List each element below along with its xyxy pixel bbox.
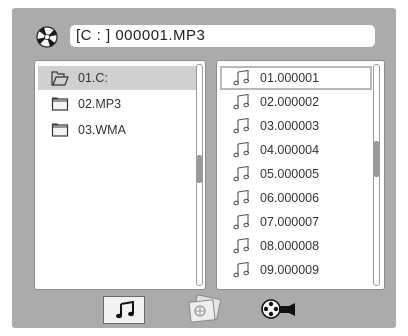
file-item[interactable]: 06.000006	[220, 186, 372, 210]
file-item-label: 04.000004	[260, 143, 320, 157]
folder-item-label: 03.WMA	[78, 123, 126, 137]
file-scrollbar[interactable]	[373, 64, 380, 286]
folder-item-mp3[interactable]: 02.MP3	[38, 92, 196, 116]
file-item[interactable]: 07.000007	[220, 210, 372, 234]
file-item-label: 02.000002	[260, 95, 320, 109]
file-item[interactable]: 04.000004	[220, 138, 372, 162]
file-scroll-thumb[interactable]	[374, 141, 379, 177]
music-note-icon	[233, 261, 250, 278]
current-path-display: [C : ] 000001.MP3	[70, 25, 375, 47]
file-item-label: 05.000005	[260, 167, 320, 181]
folder-item-c[interactable]: 01.C:	[38, 66, 196, 90]
music-note-icon	[116, 301, 134, 319]
music-mode-button[interactable]	[103, 296, 145, 324]
music-note-icon	[233, 141, 250, 158]
file-item[interactable]: 08.000008	[220, 234, 372, 258]
folder-icon	[51, 97, 69, 111]
folder-item-label: 01.C:	[78, 71, 108, 85]
disc-icon	[36, 26, 58, 48]
folder-scrollbar[interactable]	[196, 64, 203, 286]
file-item[interactable]: 02.000002	[220, 90, 372, 114]
folder-item-wma[interactable]: 03.WMA	[38, 118, 196, 142]
music-note-icon	[233, 213, 250, 230]
folder-item-label: 02.MP3	[78, 97, 122, 111]
file-item-label: 06.000006	[260, 191, 320, 205]
file-item[interactable]: 09.000009	[220, 258, 372, 282]
file-item[interactable]: 01.000001	[220, 66, 372, 90]
file-item-label: 07.000007	[260, 215, 320, 229]
folder-scroll-thumb[interactable]	[197, 155, 202, 183]
file-item[interactable]: 05.000005	[220, 162, 372, 186]
music-note-icon	[233, 189, 250, 206]
music-note-icon	[233, 69, 250, 86]
file-item-label: 01.000001	[260, 71, 320, 85]
folder-icon	[51, 123, 69, 137]
file-item-label: 08.000008	[260, 239, 320, 253]
file-item-label: 09.000009	[260, 263, 320, 277]
file-item[interactable]: 03.000003	[220, 114, 372, 138]
music-note-icon	[233, 93, 250, 110]
music-note-icon	[233, 165, 250, 182]
folder-list-panel: 01.C: 02.MP3 03.WMA	[34, 60, 206, 290]
open-folder-icon	[51, 71, 69, 86]
music-note-icon	[233, 117, 250, 134]
movie-camera-icon[interactable]	[257, 294, 301, 326]
music-note-icon	[233, 237, 250, 254]
file-list-panel: 09.000009 08.000008 07.000007 06.000006 05.0…	[216, 60, 385, 290]
photo-mode-button[interactable]	[185, 294, 225, 326]
file-item-label: 03.000003	[260, 119, 320, 133]
